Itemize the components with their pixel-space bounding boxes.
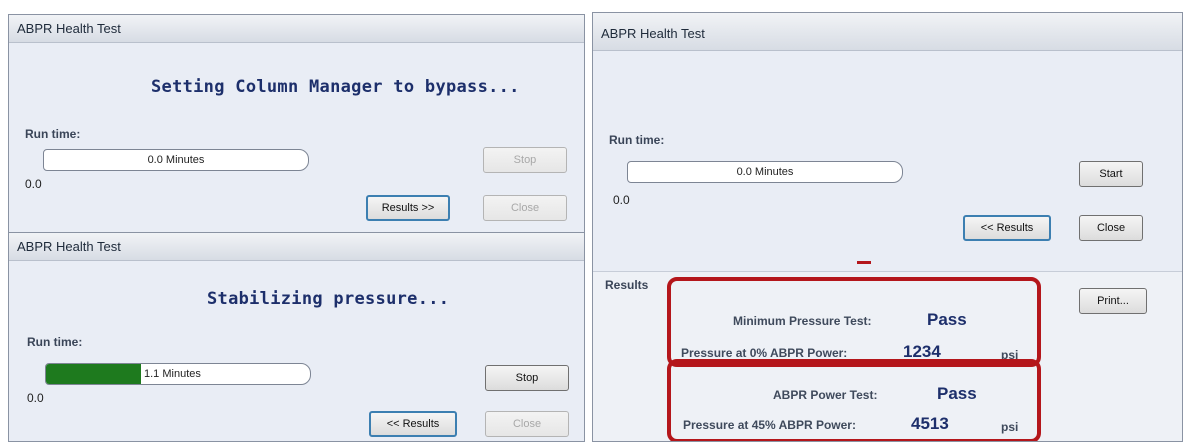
run-time-label: Run time: xyxy=(609,133,665,147)
run-time-progress-bar: 0.0 Minutes xyxy=(43,149,309,171)
results-toggle-button[interactable]: << Results xyxy=(963,215,1051,241)
print-button[interactable]: Print... xyxy=(1079,288,1147,314)
run-time-progress-bar: 1.1 Minutes xyxy=(45,363,311,385)
progress-start-value: 0.0 xyxy=(25,177,42,191)
progress-start-value: 0.0 xyxy=(613,193,630,207)
results-heading: Results xyxy=(605,278,649,292)
results-toggle-button[interactable]: << Results xyxy=(369,411,457,437)
stop-button[interactable]: Stop xyxy=(485,365,569,391)
annotation-mark xyxy=(857,261,871,264)
dialog-title-bar[interactable]: ABPR Health Test xyxy=(9,233,584,261)
health-test-dialog-stabilizing: ABPR Health Test Stabilizing pressure...… xyxy=(8,232,585,442)
status-message: Stabilizing pressure... xyxy=(207,289,450,309)
minimum-pressure-highlight-box xyxy=(667,277,1041,367)
progress-text: 0.0 Minutes xyxy=(736,166,794,178)
results-toggle-button[interactable]: Results >> xyxy=(366,195,450,221)
progress-start-value: 0.0 xyxy=(27,391,44,405)
run-time-progress-bar: 0.0 Minutes xyxy=(627,161,903,183)
run-time-label: Run time: xyxy=(25,127,81,141)
health-test-dialog-bypass: ABPR Health Test Setting Column Manager … xyxy=(8,14,585,234)
progress-text: 1.1 Minutes xyxy=(144,368,201,380)
dialog-title-bar[interactable]: ABPR Health Test xyxy=(593,13,1182,51)
stop-button[interactable]: Stop xyxy=(483,147,567,173)
run-time-label: Run time: xyxy=(27,335,83,349)
dialog-title-bar[interactable]: ABPR Health Test xyxy=(9,15,584,43)
health-test-dialog-results: ABPR Health Test Run time: 0.0 Minutes 0… xyxy=(592,12,1183,442)
close-button[interactable]: Close xyxy=(483,195,567,221)
close-button[interactable]: Close xyxy=(1079,215,1143,241)
abpr-power-highlight-box xyxy=(667,359,1041,441)
close-button[interactable]: Close xyxy=(485,411,569,437)
start-button[interactable]: Start xyxy=(1079,161,1143,187)
progress-text: 0.0 Minutes xyxy=(147,154,205,166)
status-message: Setting Column Manager to bypass... xyxy=(151,77,520,97)
